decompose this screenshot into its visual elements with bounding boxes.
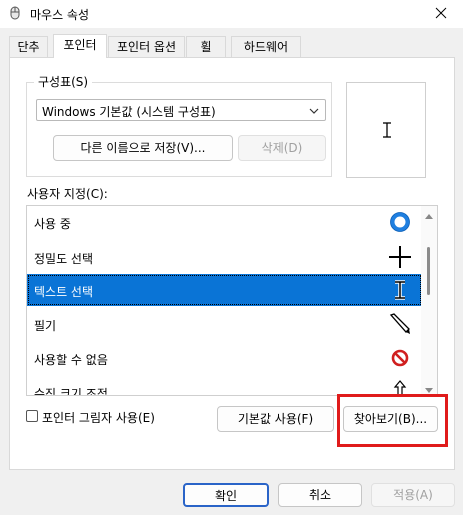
tab-label: 단추 (17, 40, 40, 54)
scroll-thumb[interactable] (427, 247, 430, 295)
customize-label: 사용자 지정(C): (27, 187, 108, 201)
unavailable-icon (388, 346, 412, 370)
list-item-label: 필기 (34, 319, 57, 333)
list-item-label: 사용할 수 없음 (34, 353, 108, 367)
scheme-group (26, 82, 332, 177)
tab-buttons[interactable]: 단추 (9, 36, 48, 57)
tab-pointer-options[interactable]: 포인터 옵션 (108, 36, 185, 57)
list-item[interactable]: 정밀도 선택 (27, 241, 422, 273)
apply-button[interactable]: 적용(A) (371, 483, 455, 507)
annotation-highlight-box (337, 394, 448, 447)
tab-wheel[interactable]: 휠 (186, 36, 226, 57)
list-item[interactable]: 필기 (27, 308, 422, 340)
list-scrollbar[interactable] (421, 206, 437, 395)
chevron-down-icon (309, 105, 319, 115)
close-icon (435, 7, 447, 22)
delete-button[interactable]: 삭제(D) (238, 135, 326, 161)
list-item-selected[interactable]: 텍스트 선택 (27, 274, 422, 306)
window-title: 마우스 속성 (30, 8, 90, 22)
text-select-icon (388, 278, 412, 302)
title-bar: 마우스 속성 (0, 0, 463, 28)
tab-label: 하드웨어 (243, 40, 289, 54)
list-item-label: 정밀도 선택 (34, 252, 94, 266)
close-button[interactable] (419, 0, 463, 28)
scheme-select[interactable]: Windows 기본값 (시스템 구성표) (36, 99, 326, 121)
scroll-up-icon[interactable] (425, 210, 433, 219)
scroll-down-icon[interactable] (425, 383, 433, 393)
save-as-button[interactable]: 다른 이름으로 저장(V)... (53, 135, 233, 161)
pen-icon (388, 312, 412, 336)
list-item[interactable]: 사용 중 (27, 206, 422, 238)
tab-pointers[interactable]: 포인터 (53, 34, 107, 58)
tab-label: 포인터 (63, 38, 97, 52)
use-default-button[interactable]: 기본값 사용(F) (217, 406, 334, 432)
scheme-selected-value: Windows 기본값 (시스템 구성표) (42, 105, 216, 119)
list-item-label: 사용 중 (34, 217, 71, 231)
tab-label: 포인터 옵션 (116, 40, 176, 54)
list-item-label: 수직 크기 조정 (34, 387, 108, 396)
tab-hardware[interactable]: 하드웨어 (231, 36, 301, 57)
list-item[interactable]: 수직 크기 조정 (27, 376, 422, 396)
text-select-icon (381, 121, 393, 142)
pointer-shadow-checkbox[interactable] (26, 410, 38, 422)
pointer-shadow-label[interactable]: 포인터 그림자 사용(E) (42, 409, 155, 426)
crosshair-icon (388, 245, 412, 269)
cancel-button[interactable]: 취소 (278, 483, 362, 507)
scheme-legend: 구성표(S) (34, 73, 93, 90)
tab-label: 휠 (200, 40, 212, 54)
mouse-icon (8, 6, 22, 20)
cursor-preview (346, 82, 426, 178)
list-item[interactable]: 사용할 수 없음 (27, 342, 422, 374)
list-item-label: 텍스트 선택 (34, 285, 94, 299)
cursor-list[interactable]: 사용 중 정밀도 선택 텍스트 선택 필기 사용할 수 없음 수직 크기 조정 (26, 205, 438, 396)
busy-ring-icon (388, 210, 412, 234)
ok-button[interactable]: 확인 (183, 483, 269, 507)
